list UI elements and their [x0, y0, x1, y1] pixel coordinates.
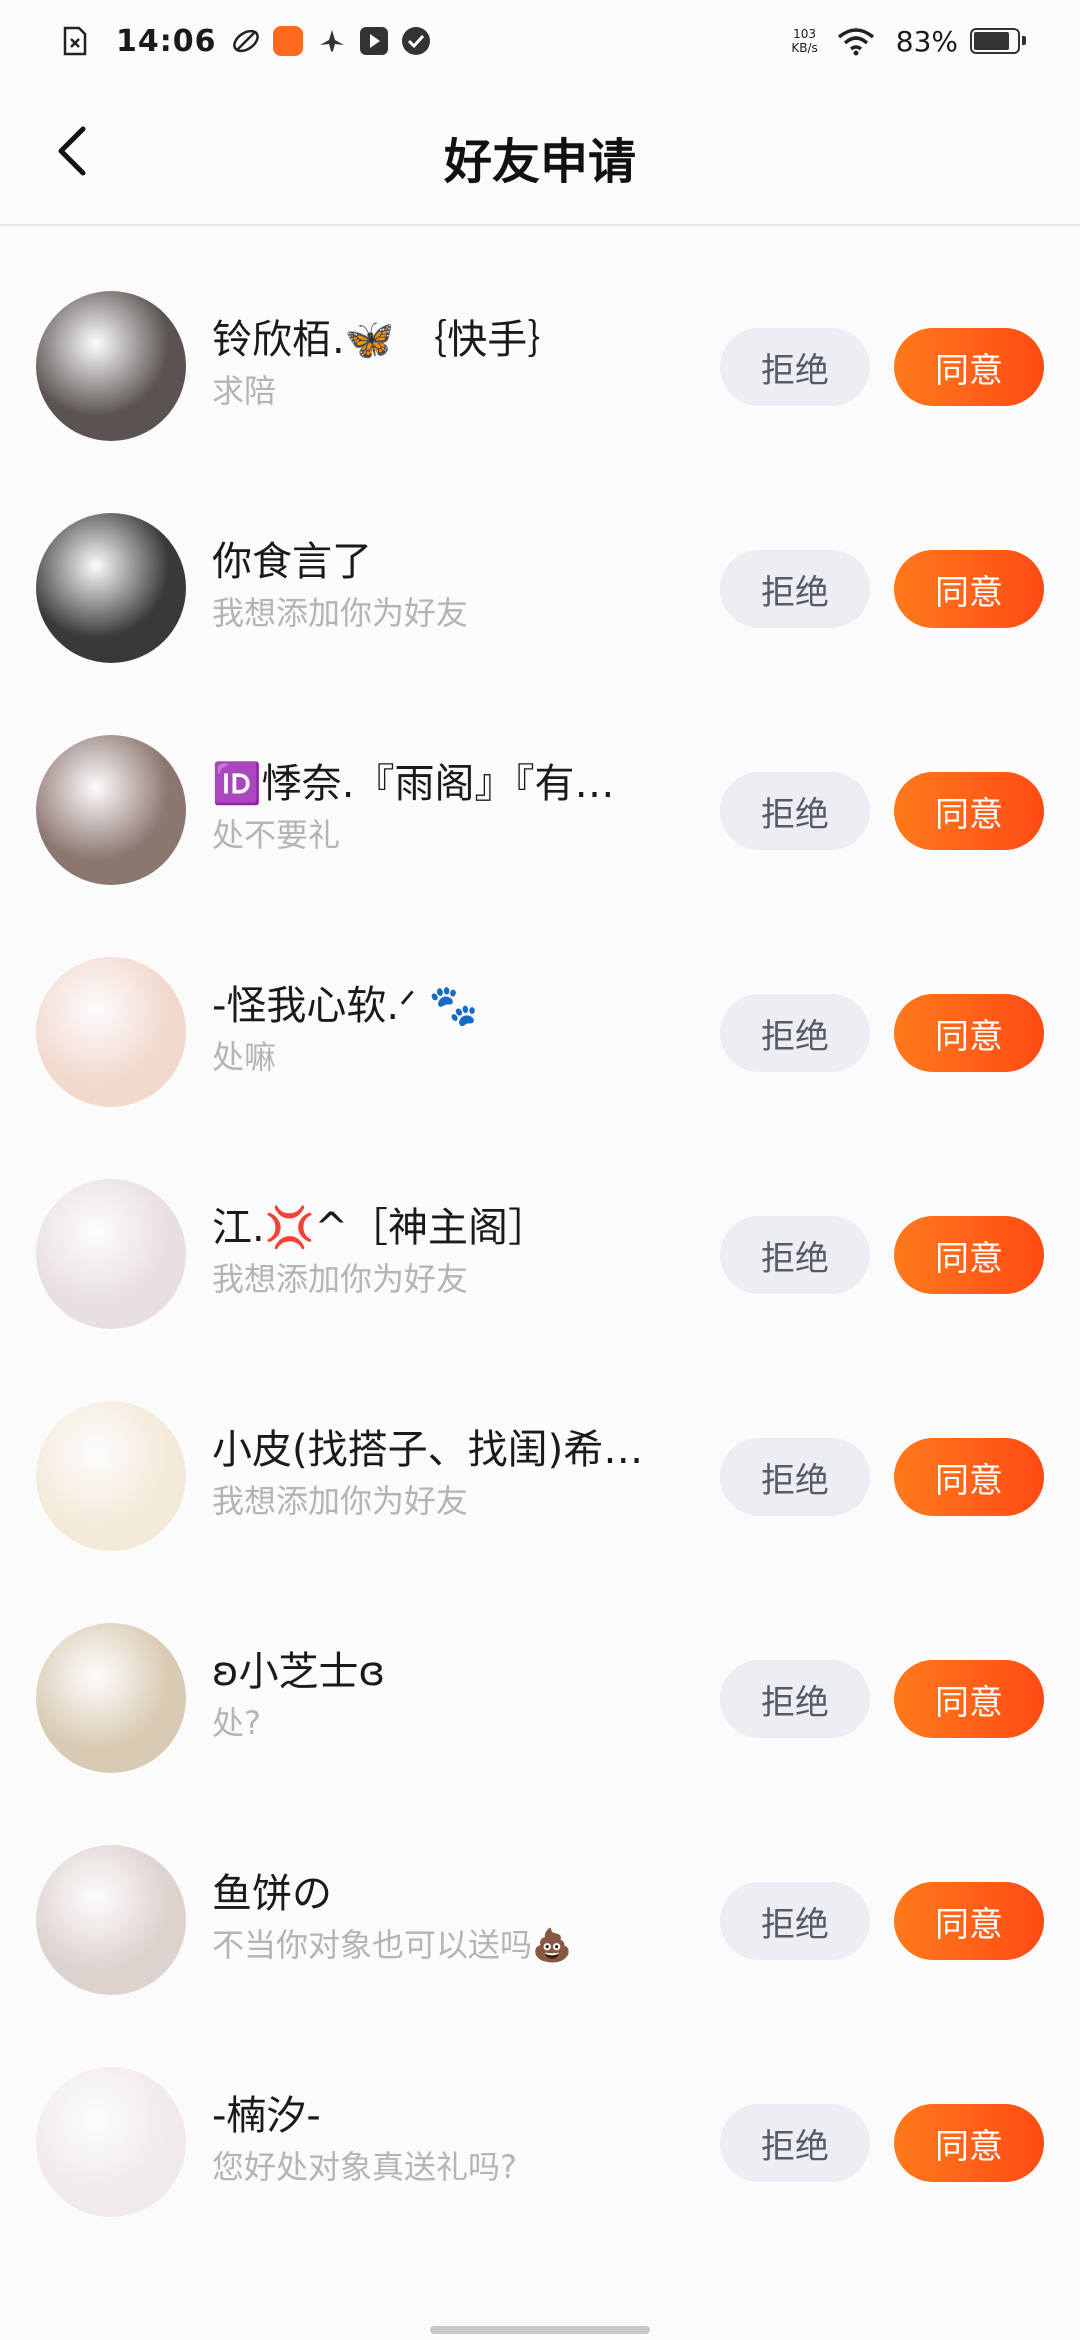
- requester-name: 你食言了: [212, 539, 372, 585]
- requester-name: 鱼饼の: [212, 1871, 332, 1917]
- request-text: 铃欣栢.🦋 ｛快手｝ 求陪: [212, 314, 682, 414]
- status-right: 103 KB/s 83%: [791, 24, 1026, 58]
- check-badge-icon: [401, 26, 431, 56]
- request-text: ʚ小芝士ɞ 处?: [212, 1646, 682, 1746]
- friend-request-row[interactable]: 鱼饼の不当你对象也可以送吗💩 拒绝 同意: [0, 1780, 1080, 2002]
- requester-name: -怪我心软.ᐟ 🐾: [212, 983, 479, 1029]
- reject-button[interactable]: 拒绝: [720, 994, 870, 1072]
- battery-icon: [970, 28, 1026, 54]
- request-message: 处不要礼: [212, 816, 341, 854]
- status-bar: 14:06 103 KB/s 83%: [0, 0, 1080, 82]
- reject-button[interactable]: 拒绝: [720, 2104, 870, 2182]
- requester-name: 铃欣栢.🦋 ｛快手｝: [212, 317, 568, 363]
- accept-button[interactable]: 同意: [894, 1660, 1044, 1738]
- reject-button[interactable]: 拒绝: [720, 1438, 870, 1516]
- friend-request-list: 铃欣栢.🦋 ｛快手｝ 求陪 拒绝 同意 你食言了 我想添加你为好友 拒绝 同意 🆔悸奈.『雨阁』…: [0, 226, 1080, 2224]
- avatar[interactable]: [36, 291, 186, 441]
- request-text: 江.💢^［神主阁］ 我想添加你为好友: [212, 1202, 682, 1302]
- reject-button[interactable]: 拒绝: [720, 550, 870, 628]
- requester-name: 🆔悸奈.『雨阁』『有…: [212, 761, 615, 807]
- friend-request-row[interactable]: ʚ小芝士ɞ 处? 拒绝 同意: [0, 1558, 1080, 1780]
- accept-button[interactable]: 同意: [894, 328, 1044, 406]
- header: 好友申请: [0, 82, 1080, 226]
- request-message: 您好处对象真送礼吗?: [212, 2148, 517, 2186]
- wifi-icon: [836, 26, 876, 56]
- kuaishou-app-icon: [272, 26, 303, 56]
- request-text: 你食言了我想添加你为好友: [212, 536, 682, 636]
- request-message: 求陪: [212, 372, 277, 410]
- friend-request-row[interactable]: 铃欣栢.🦋 ｛快手｝ 求陪 拒绝 同意: [0, 226, 1080, 448]
- request-text: 🆔悸奈.『雨阁』『有… 处不要礼: [212, 758, 682, 858]
- friend-request-row[interactable]: 江.💢^［神主阁］ 我想添加你为好友 拒绝 同意: [0, 1114, 1080, 1336]
- accept-button[interactable]: 同意: [894, 994, 1044, 1072]
- battery-fill: [974, 32, 1009, 50]
- avatar[interactable]: [36, 1623, 186, 1773]
- request-message: 我想添加你为好友: [212, 594, 469, 632]
- avatar[interactable]: [36, 513, 186, 663]
- friend-request-row[interactable]: -怪我心软.ᐟ 🐾 处嘛 拒绝 同意: [0, 892, 1080, 1114]
- friend-request-row[interactable]: 🆔悸奈.『雨阁』『有… 处不要礼 拒绝 同意: [0, 670, 1080, 892]
- avatar[interactable]: [36, 735, 186, 885]
- avatar[interactable]: [36, 2067, 186, 2217]
- home-indicator[interactable]: [430, 2326, 650, 2334]
- reject-button[interactable]: 拒绝: [720, 772, 870, 850]
- requester-name: -楠汐-: [212, 2093, 321, 2139]
- net-speed-value: 103: [793, 27, 817, 41]
- accept-button[interactable]: 同意: [894, 1882, 1044, 1960]
- status-time: 14:06: [116, 23, 217, 59]
- net-speed: 103 KB/s: [791, 27, 817, 55]
- request-message: 处?: [212, 1704, 261, 1742]
- request-message: 处嘛: [212, 1038, 277, 1076]
- net-speed-unit: KB/s: [791, 41, 818, 55]
- reject-button[interactable]: 拒绝: [720, 1882, 870, 1960]
- accept-button[interactable]: 同意: [894, 1216, 1044, 1294]
- battery-percent: 83%: [895, 24, 958, 58]
- friend-request-row[interactable]: 小皮(找搭子、找闺)希… 我想添加你为好友 拒绝 同意: [0, 1336, 1080, 1558]
- requester-name: ʚ小芝士ɞ: [212, 1649, 386, 1695]
- friend-request-row[interactable]: 你食言了 我想添加你为好友 拒绝 同意: [0, 448, 1080, 670]
- reject-button[interactable]: 拒绝: [720, 328, 870, 406]
- friend-request-row[interactable]: -楠汐- 您好处对象真送礼吗? 拒绝 同意: [0, 2002, 1080, 2224]
- airplane-icon: [317, 26, 347, 56]
- status-left: 14:06: [60, 24, 443, 59]
- requester-name: 小皮(找搭子、找闺)希…: [212, 1427, 644, 1473]
- reject-button[interactable]: 拒绝: [720, 1216, 870, 1294]
- accept-button[interactable]: 同意: [894, 772, 1044, 850]
- requester-name: 江.💢^［神主阁］: [212, 1205, 549, 1251]
- avatar[interactable]: [36, 957, 186, 1107]
- page-title: 好友申请: [443, 134, 636, 190]
- request-message: 我想添加你为好友: [212, 1482, 469, 1520]
- reject-button[interactable]: 拒绝: [720, 1660, 870, 1738]
- request-message: 不当你对象也可以送吗💩: [212, 1926, 572, 1964]
- accept-button[interactable]: 同意: [894, 550, 1044, 628]
- request-text: -怪我心软.ᐟ 🐾 处嘛: [212, 980, 682, 1080]
- avatar[interactable]: [36, 1845, 186, 1995]
- request-text: 鱼饼の不当你对象也可以送吗💩: [212, 1868, 682, 1968]
- request-message: 我想添加你为好友: [212, 1260, 469, 1298]
- sim-off-icon: [60, 26, 90, 56]
- accept-button[interactable]: 同意: [894, 1438, 1044, 1516]
- leaf-icon: [231, 26, 261, 56]
- avatar[interactable]: [36, 1179, 186, 1329]
- avatar[interactable]: [36, 1401, 186, 1551]
- accept-button[interactable]: 同意: [894, 2104, 1044, 2182]
- play-icon: [359, 26, 389, 56]
- request-text: -楠汐- 您好处对象真送礼吗?: [212, 2090, 682, 2190]
- request-text: 小皮(找搭子、找闺)希… 我想添加你为好友: [212, 1424, 682, 1524]
